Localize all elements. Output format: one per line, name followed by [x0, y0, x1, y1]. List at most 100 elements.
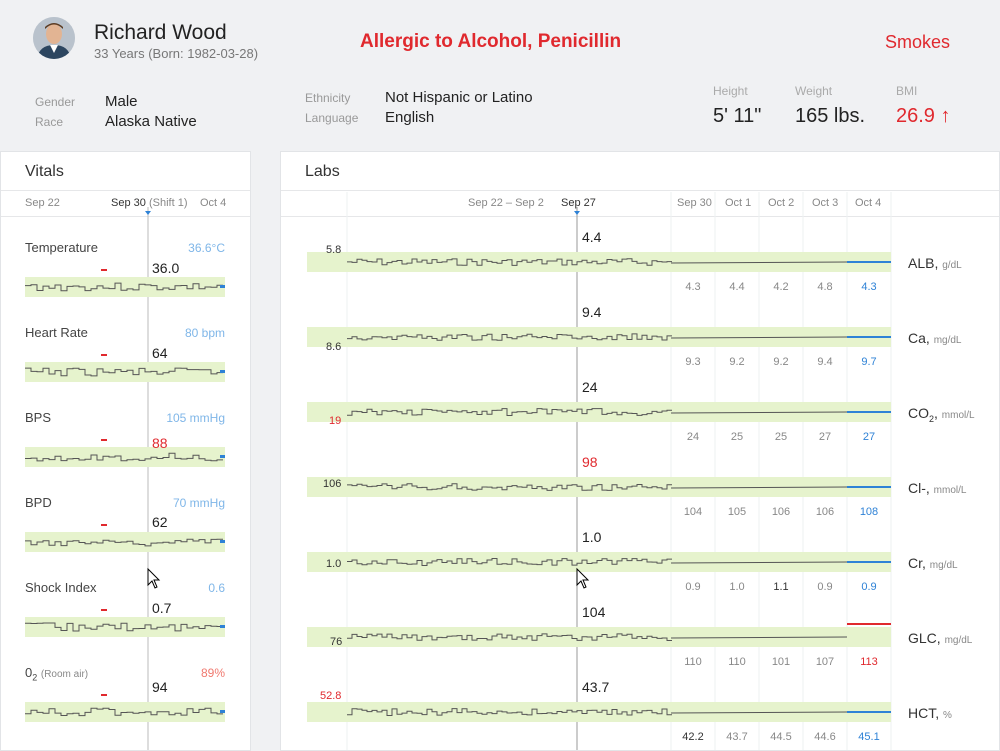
lab-unit-cl: mmol/L — [933, 485, 967, 496]
lab-baseline-alb: 5.8 — [326, 244, 342, 256]
lab-current-cr: 1.0 — [582, 529, 602, 545]
avatar[interactable] — [33, 17, 75, 59]
lab-value-ca-oct1: 9.2 — [729, 356, 745, 368]
lab-name-hct[interactable]: HCT, % — [908, 705, 952, 721]
vitals-current-time-marker — [145, 211, 151, 215]
lab-value-cl-oct2: 106 — [771, 506, 791, 518]
vital-high-marker-2 — [101, 439, 107, 441]
vital-latest-marker-0 — [220, 285, 225, 288]
ethnicity-value: Not Hispanic or Latino — [385, 89, 533, 106]
lab-value-glc-oct4: 113 — [860, 656, 878, 668]
lab-latest-marker-0 — [847, 261, 891, 263]
lab-baseline-cl: 106 — [323, 478, 342, 490]
oxygen-label-sub: 2 — [32, 672, 38, 683]
lab-value-cr-oct3: 0.9 — [817, 581, 833, 593]
lab-unit-co2: mmol/L — [941, 410, 975, 421]
vital-high-marker-3 — [101, 524, 107, 526]
lab-value-glc-oct1: 110 — [728, 656, 746, 668]
vital-current-oxygen: 94 — [152, 679, 168, 695]
vital-high-marker-5 — [101, 694, 107, 696]
vital-name-bps: BPS — [25, 410, 52, 425]
vital-current-heart-rate: 64 — [152, 345, 168, 361]
vital-name-shock-index: Shock Index — [25, 580, 97, 595]
weight-value: 165 lbs. — [795, 105, 866, 127]
lab-latest-marker-4 — [847, 561, 891, 563]
lab-name-cr[interactable]: Cr, mg/dL — [908, 555, 958, 571]
weight-label: Weight — [795, 84, 833, 98]
vital-current-bps: 88 — [152, 435, 168, 451]
labs-charts — [307, 192, 892, 750]
lab-value-cr-oct2: 1.1 — [773, 581, 789, 593]
race-label: Race — [35, 115, 64, 129]
height-value: 5' 11" — [713, 105, 762, 127]
lab-current-glc: 104 — [582, 604, 606, 620]
lab-name-ca[interactable]: Ca, mg/dL — [908, 330, 961, 346]
lab-value-cr-oct4: 0.9 — [861, 581, 877, 593]
lab-value-cl-oct3: 106 — [815, 506, 835, 518]
lab-unit-ca: mg/dL — [933, 335, 962, 346]
patient-name: Richard Wood — [94, 21, 227, 44]
lab-baseline-co2: 19 — [329, 415, 342, 427]
lab-value-ca-oct3: 9.4 — [817, 356, 833, 368]
vital-latest-heart-rate: 80 bpm — [184, 326, 225, 340]
language-value: English — [385, 109, 435, 126]
lab-name-cl[interactable]: Cl-, mmol/L — [908, 480, 966, 496]
vital-latest-oxygen: 89% — [200, 666, 225, 680]
lab-name-co2[interactable]: CO2, mmol/L — [908, 405, 975, 424]
lab-value-glc-sep30: 110 — [684, 656, 702, 668]
lab-value-ca-sep30: 9.3 — [685, 356, 701, 368]
lab-value-co2-oct1: 25 — [730, 431, 744, 443]
lab-value-cl-sep30: 104 — [683, 506, 703, 518]
lab-value-alb-oct3: 4.8 — [817, 281, 833, 293]
lab-value-alb-oct1: 4.4 — [729, 281, 745, 293]
lab-name-glc[interactable]: GLC, mg/dL — [908, 630, 972, 646]
lab-current-cl: 98 — [582, 454, 598, 470]
vital-latest-bpd: 70 mmHg — [172, 496, 225, 510]
lab-current-co2: 24 — [582, 379, 598, 395]
avatar-image — [33, 17, 75, 59]
bmi-label: BMI — [896, 84, 918, 98]
vital-name-oxygen: 02 (Room air) — [25, 665, 88, 683]
vital-high-marker-4 — [101, 609, 107, 611]
lab-label-cr: Cr — [908, 555, 922, 571]
lab-current-alb: 4.4 — [582, 229, 602, 245]
lab-value-cr-sep30: 0.9 — [685, 581, 701, 593]
vital-high-marker-0 — [101, 269, 107, 271]
vital-name-heart-rate: Heart Rate — [25, 325, 88, 340]
vital-latest-bps: 105 mmHg — [166, 411, 225, 425]
lab-latest-marker-2 — [847, 411, 891, 413]
vital-name-bpd: BPD — [25, 495, 52, 510]
lab-value-glc-oct2: 101 — [771, 656, 791, 668]
lab-current-hct: 43.7 — [582, 679, 610, 695]
lab-label-ca: Ca — [908, 330, 926, 346]
lab-value-cr-oct1: 1.0 — [729, 581, 745, 593]
vital-latest-marker-5 — [220, 710, 225, 713]
lab-label-glc: GLC — [908, 630, 937, 646]
allergy-warning: Allergic to Alcohol, Penicillin — [360, 31, 622, 52]
oxygen-note: (Room air) — [40, 669, 89, 680]
lab-name-alb[interactable]: ALB, g/dL — [908, 255, 962, 271]
lab-baseline-ca: 8.6 — [326, 341, 342, 353]
lab-value-glc-oct3: 107 — [815, 656, 835, 668]
gender-value: Male — [105, 93, 138, 110]
vital-high-marker-1 — [101, 354, 107, 356]
labs-panel: Labs Sep 22 – Sep 2 Sep 27 Sep 30 Oct 1 … — [280, 151, 1000, 751]
lab-label-co2: CO — [908, 405, 929, 421]
lab-value-alb-oct4: 4.3 — [861, 281, 877, 293]
patient-age-dob: 33 Years (Born: 1982-03-28) — [94, 46, 259, 61]
vital-latest-marker-3 — [220, 540, 225, 543]
lab-value-hct-oct1: 43.7 — [726, 731, 748, 743]
vital-current-shock-index: 0.7 — [152, 600, 172, 616]
lab-value-ca-oct2: 9.2 — [773, 356, 789, 368]
lab-label-cl: Cl- — [908, 480, 926, 496]
vital-name-temperature: Temperature — [25, 240, 98, 255]
vital-current-temperature: 36.0 — [152, 260, 180, 276]
lab-value-co2-oct4: 27 — [862, 431, 876, 443]
lab-baseline-hct: 52.8 — [320, 690, 342, 702]
lab-value-ca-oct4: 9.7 — [861, 356, 877, 368]
lab-label-co2-sub: 2 — [929, 413, 935, 424]
lab-value-cl-oct1: 105 — [727, 506, 747, 518]
lab-value-hct-oct2: 44.5 — [770, 731, 792, 743]
mouse-cursor-icon — [147, 567, 161, 589]
lab-unit-cr: mg/dL — [929, 560, 958, 571]
